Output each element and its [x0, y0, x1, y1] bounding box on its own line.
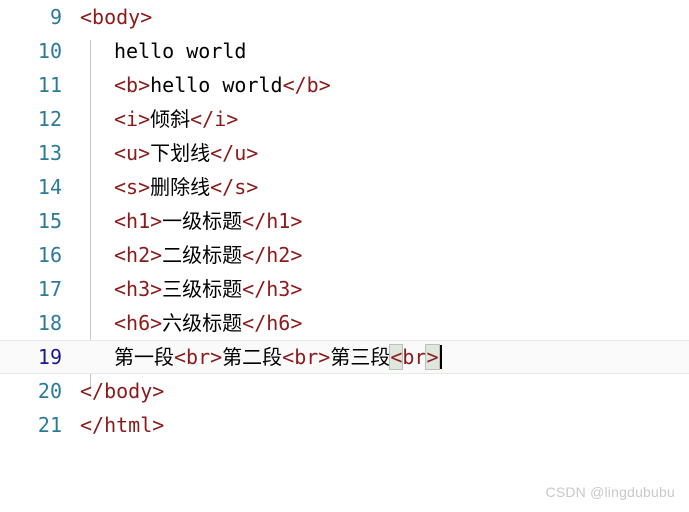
html-tag-token: </h1>: [242, 209, 303, 233]
html-tag-token: <h1>: [114, 209, 163, 233]
html-tag-token: <b>: [114, 73, 151, 97]
text-token: 第一段: [114, 345, 174, 369]
html-tag-token: </i>: [190, 107, 239, 131]
html-tag-token: <h3>: [114, 277, 163, 301]
text-token: 六级标题: [162, 311, 243, 335]
code-line[interactable]: 20 </body>: [0, 374, 689, 408]
line-content[interactable]: <h2>二级标题</h2>: [80, 238, 302, 272]
line-number: 19: [37, 345, 62, 369]
line-content[interactable]: <h1>一级标题</h1>: [80, 204, 302, 238]
html-tag-token: </u>: [210, 141, 259, 165]
line-content[interactable]: </html>: [80, 408, 164, 442]
html-tag-token: </h3>: [242, 277, 303, 301]
line-content[interactable]: <u>下划线</u>: [80, 136, 258, 170]
html-tag-token: <body>: [80, 5, 153, 29]
html-tag-token: </html>: [80, 413, 165, 437]
text-token: 倾斜: [150, 107, 191, 131]
line-content[interactable]: </body>: [80, 374, 164, 408]
code-line[interactable]: 14 <s>删除线</s>: [0, 170, 689, 204]
line-number: 13: [37, 141, 62, 165]
text-token: 一级标题: [162, 209, 243, 233]
line-content[interactable]: <h6>六级标题</h6>: [80, 306, 302, 340]
text-token: 二级标题: [162, 243, 243, 267]
html-tag-token: </h2>: [242, 243, 303, 267]
html-tag-token: br: [402, 345, 427, 369]
html-tag-token: <h2>: [114, 243, 163, 267]
code-line[interactable]: 17 <h3>三级标题</h3>: [0, 272, 689, 306]
line-number: 10: [37, 39, 62, 63]
line-content[interactable]: <i>倾斜</i>: [80, 102, 238, 136]
code-line[interactable]: 18 <h6>六级标题</h6>: [0, 306, 689, 340]
text-token: 三级标题: [162, 277, 243, 301]
text-cursor: [439, 345, 442, 369]
line-content[interactable]: hello world: [80, 34, 246, 68]
code-line[interactable]: 10 hello world: [0, 34, 689, 68]
line-number: 12: [37, 107, 62, 131]
code-lines-container[interactable]: 9 <body> 10 hello world 11 <b>hello world</b>…: [0, 0, 689, 466]
code-line[interactable]: 15 <h1>一级标题</h1>: [0, 204, 689, 238]
line-content[interactable]: 第一段<br>第二段<br>第三段<br>: [80, 341, 442, 373]
html-tag-token: </b>: [282, 73, 331, 97]
code-line[interactable]: 9 <body>: [0, 0, 689, 34]
line-content[interactable]: <s>删除线</s>: [80, 170, 258, 204]
line-content[interactable]: <b>hello world</b>: [80, 68, 331, 102]
text-token: hello world: [150, 73, 283, 97]
html-tag-token: </s>: [210, 175, 259, 199]
code-line[interactable]: 16 <h2>二级标题</h2>: [0, 238, 689, 272]
text-token: 第二段: [222, 345, 283, 369]
code-line[interactable]: 19 第一段<br>第二段<br>第三段<br>: [0, 340, 689, 374]
text-token: 删除线: [150, 175, 211, 199]
line-number: 20: [37, 379, 62, 403]
html-tag-token: <s>: [114, 175, 151, 199]
text-token: hello world: [114, 39, 247, 63]
text-token: 第三段: [330, 345, 391, 369]
line-number: 17: [37, 277, 62, 301]
line-content[interactable]: <h3>三级标题</h3>: [80, 272, 302, 306]
text-token: 下划线: [150, 141, 211, 165]
code-line[interactable]: 11 <b>hello world</b>: [0, 68, 689, 102]
html-tag-token: </h6>: [242, 311, 303, 335]
html-tag-token: <br>: [282, 345, 331, 369]
html-tag-token: <h6>: [114, 311, 163, 335]
bracket-match-highlight: >: [425, 344, 440, 370]
html-tag-token: </body>: [80, 379, 165, 403]
code-line[interactable]: 13 <u>下划线</u>: [0, 136, 689, 170]
html-tag-token: <br>: [174, 345, 223, 369]
line-number: 16: [37, 243, 62, 267]
line-number: 9: [49, 5, 62, 29]
code-line[interactable]: 12 <i>倾斜</i>: [0, 102, 689, 136]
line-number: 18: [37, 311, 62, 335]
watermark-label: CSDN @lingdububu: [545, 484, 675, 500]
line-number: 14: [37, 175, 62, 199]
line-number: 15: [37, 209, 62, 233]
html-tag-token: <u>: [114, 141, 151, 165]
line-number: 21: [37, 413, 62, 437]
line-content[interactable]: <body>: [80, 0, 152, 34]
code-editor[interactable]: </p> 9<body>10hello world11<b>hello worl…: [0, 0, 689, 512]
html-tag-token: <i>: [114, 107, 151, 131]
line-number: 11: [37, 73, 62, 97]
code-line[interactable]: 21 </html>: [0, 408, 689, 442]
